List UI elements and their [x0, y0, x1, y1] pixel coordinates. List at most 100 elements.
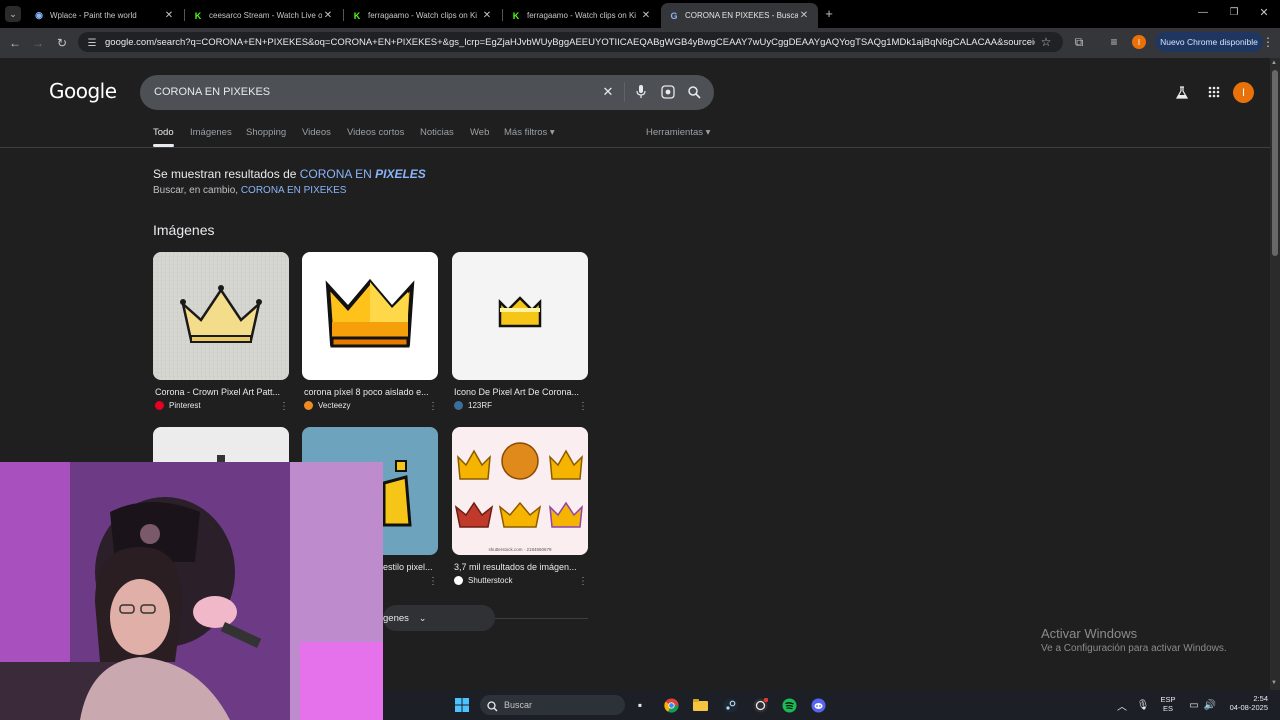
bookmark-star-icon[interactable]: ☆ [1038, 34, 1054, 50]
search-input[interactable]: CORONA EN PIXEKES [154, 86, 270, 98]
reload-icon[interactable]: ↻ [54, 35, 70, 51]
crown-image [325, 278, 415, 348]
windows-start-icon[interactable] [452, 695, 472, 715]
new-tab-icon[interactable]: + [822, 6, 836, 21]
image-source[interactable]: Shutterstock [454, 576, 512, 585]
account-avatar[interactable]: I [1233, 82, 1254, 103]
close-tab-icon[interactable]: ✕ [163, 10, 175, 21]
image-caption[interactable]: 3,7 mil resultados de imágen... [454, 562, 584, 572]
image-caption[interactable]: Corona - Crown Pixel Art Patt... [155, 387, 285, 397]
tools-menu[interactable]: Herramientas ▾ [646, 127, 710, 138]
image-result-1[interactable] [153, 252, 289, 380]
tab-ferragaamo-2[interactable]: K ferragaamo - Watch clips on Ki ✕ [503, 3, 660, 28]
more-options-icon[interactable]: ⋮ [578, 401, 588, 412]
volume-icon[interactable]: 🔊 [1200, 695, 1220, 715]
tab-search-button[interactable]: ⌄ [5, 6, 21, 22]
images-section-heading: Imágenes [153, 222, 215, 238]
image-source-label: Pinterest [169, 401, 201, 410]
image-caption[interactable]: Icono De Pixel Art De Corona... [454, 387, 584, 397]
image-source[interactable]: Vecteezy [304, 401, 350, 410]
header-divider [0, 147, 1270, 148]
taskbar-search-icon [487, 699, 498, 717]
tab-videos[interactable]: Videos [302, 127, 331, 138]
more-options-icon[interactable]: ⋮ [428, 401, 438, 412]
url-text[interactable]: google.com/search?q=CORONA+EN+PIXEKES&oq… [105, 37, 1035, 48]
tab-noticias[interactable]: Noticias [420, 127, 454, 138]
windows-activation-subtitle: Ve a Configuración para activar Windows. [1041, 643, 1227, 654]
tab-imagenes[interactable]: Imágenes [190, 127, 232, 138]
image-caption[interactable]: corona píxel 8 poco aislado e... [304, 387, 434, 397]
spelling-prefix: Se muestran resultados de [153, 167, 300, 181]
image-result-2[interactable] [302, 252, 438, 380]
site-info-icon[interactable]: ☰ [84, 35, 100, 51]
close-tab-icon[interactable]: ✕ [798, 10, 810, 21]
apps-grid-icon[interactable] [1206, 84, 1222, 100]
language-indicator[interactable]: ESP ES [1158, 695, 1178, 713]
tab-google-search[interactable]: G CORONA EN PIXEKES - Buscar c ✕ [661, 3, 818, 28]
tab-ceesarco[interactable]: K ceesarco Stream - Watch Live o ✕ [185, 3, 342, 28]
tab-shopping[interactable]: Shopping [246, 127, 286, 138]
more-options-icon[interactable]: ⋮ [279, 401, 289, 412]
more-options-icon[interactable]: ⋮ [428, 576, 438, 587]
close-tab-icon[interactable]: ✕ [481, 10, 493, 21]
chrome-taskbar-icon[interactable] [661, 695, 681, 715]
windows-activation-title: Activar Windows [1041, 626, 1138, 641]
more-images-button[interactable]: genes ⌄ [383, 605, 495, 631]
file-explorer-icon[interactable] [690, 695, 710, 715]
back-icon[interactable]: ← [7, 35, 23, 51]
task-view-icon[interactable]: ▪ [630, 695, 650, 715]
close-tab-icon[interactable]: ✕ [640, 10, 652, 21]
media-control-icon[interactable]: ≡ [1106, 34, 1122, 50]
corrected-query-link[interactable]: CORONA EN PIXELES [300, 167, 426, 181]
tab-videos-cortos[interactable]: Videos cortos [347, 127, 404, 138]
image-source[interactable]: Pinterest [155, 401, 201, 410]
scroll-down-arrow-icon[interactable]: ▼ [1271, 680, 1277, 686]
tab-title: ferragaamo - Watch clips on Ki [527, 11, 637, 20]
lens-camera-icon[interactable] [660, 84, 676, 100]
image-source[interactable]: 123RF [454, 401, 492, 410]
image-result-3[interactable] [452, 252, 588, 380]
crown-image [217, 455, 225, 463]
labs-flask-icon[interactable] [1174, 84, 1190, 100]
scroll-up-arrow-icon[interactable]: ▲ [1271, 60, 1277, 66]
microphone-icon[interactable] [633, 84, 649, 100]
tab-title: ferragaamo - Watch clips on Ki [368, 11, 478, 20]
more-filters-menu[interactable]: Más filtros ▾ [504, 127, 555, 138]
scrollbar-thumb[interactable] [1272, 70, 1278, 256]
clock[interactable]: 2:54 04-08-2025 [1222, 694, 1268, 712]
tab-ferragaamo-1[interactable]: K ferragaamo - Watch clips on Ki ✕ [344, 3, 501, 28]
taskbar-search-box[interactable]: Buscar [480, 695, 625, 715]
clear-search-icon[interactable]: ✕ [600, 84, 616, 100]
chrome-update-button[interactable]: Nuevo Chrome disponible [1155, 32, 1263, 52]
search-instead: Buscar, en cambio, CORONA EN PIXEKES [153, 185, 346, 196]
forward-icon[interactable]: → [30, 35, 46, 51]
profile-avatar[interactable]: I [1132, 35, 1146, 49]
image-source-label: 123RF [468, 401, 493, 410]
tab-todo[interactable]: Todo [153, 127, 174, 138]
tab-title: ceesarco Stream - Watch Live o [209, 11, 322, 20]
image-caption[interactable]: estilo pixel... [383, 562, 438, 572]
restore-icon[interactable]: ❐ [1227, 7, 1241, 21]
image-source-label: Vecteezy [318, 401, 351, 410]
more-menu-icon[interactable]: ⋮ [1260, 34, 1276, 50]
obs-icon[interactable] [750, 695, 770, 715]
tab-wplace[interactable]: ◉ Wplace - Paint the world ✕ [26, 3, 183, 28]
image-result-6[interactable]: shutterstock.com · 2184560679 [452, 427, 588, 555]
discord-icon[interactable] [808, 695, 828, 715]
close-window-icon[interactable]: ✕ [1257, 6, 1271, 20]
extensions-icon[interactable]: ⧉ [1071, 34, 1087, 50]
spotify-icon[interactable] [779, 695, 799, 715]
close-tab-icon[interactable]: ✕ [322, 10, 334, 21]
search-icon[interactable] [686, 84, 702, 100]
clock-time: 2:54 [1253, 694, 1268, 703]
tab-strip: ⌄ ◉ Wplace - Paint the world ✕ K ceesarc… [0, 0, 1280, 28]
steam-icon[interactable] [720, 695, 740, 715]
minimize-icon[interactable]: — [1196, 7, 1210, 21]
microphone-tray-icon[interactable]: 🎙 [1133, 695, 1153, 715]
original-query-link[interactable]: CORONA EN PIXEKES [241, 185, 347, 196]
show-hidden-icons-icon[interactable]: ︿ [1112, 695, 1132, 715]
google-logo[interactable]: Google [49, 79, 117, 103]
tab-web[interactable]: Web [470, 127, 489, 138]
more-options-icon[interactable]: ⋮ [578, 576, 588, 587]
123rf-icon [454, 401, 463, 410]
